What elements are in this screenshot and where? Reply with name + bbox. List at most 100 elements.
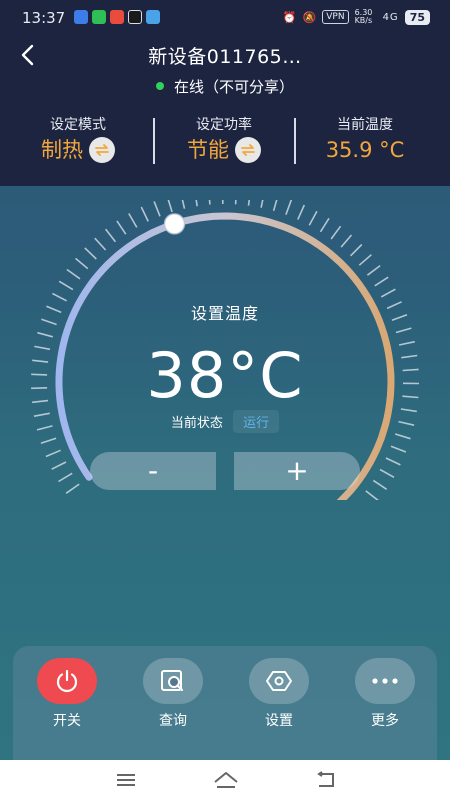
dial-tick (340, 234, 353, 248)
power-icon (56, 669, 78, 693)
dial-tick (181, 200, 186, 209)
power-button[interactable]: 开关 (36, 658, 98, 730)
menu-button[interactable] (112, 768, 140, 792)
query-button[interactable]: 查询 (142, 658, 204, 730)
stat-label: 设定模式 (50, 117, 106, 133)
dial-tick (308, 210, 318, 226)
chevron-left-icon (21, 44, 34, 66)
stat-value: 节能 (187, 138, 229, 162)
dial-tick (350, 243, 363, 257)
back-icon (317, 771, 334, 787)
dial-tick (390, 445, 407, 453)
status-right: ⏰ 🔕 VPN 6.30 KB/s 4G 75 (283, 9, 430, 25)
dial-tick (208, 200, 211, 205)
action-label: 设置 (265, 713, 293, 729)
dial-tick (379, 468, 395, 478)
dial-tick (285, 200, 293, 215)
system-nav-bar (0, 760, 450, 800)
app-screen: 13:37 ⏰ 🔕 VPN 6.30 KB/s 4G 75 新设备011765…… (0, 0, 450, 760)
state-row: 当前状态 运行 (0, 410, 450, 433)
state-label: 当前状态 (170, 416, 223, 431)
stat-label: 设定功率 (196, 117, 252, 133)
home-icon (214, 772, 238, 788)
dial-tick (40, 437, 57, 445)
net-speed: 6.30 KB/s (354, 8, 373, 25)
dial-tick (65, 483, 80, 494)
stat-label: 当前温度 (337, 117, 393, 133)
dial-tick (84, 247, 97, 260)
mute-icon: 🔕 (302, 10, 317, 24)
app-notification-icon (74, 10, 88, 24)
dial-tick (385, 457, 401, 466)
dial-tick (104, 228, 117, 243)
stat-value: 制热 (41, 138, 83, 162)
stats-row: 设定模式 制热 设定功率 节能 当前温度 35.9 °C (0, 116, 450, 166)
device-title: 新设备011765… (148, 46, 302, 68)
online-status-text: 在线（不可分享） (173, 78, 294, 96)
dial-tick (66, 268, 81, 280)
dial-tick (51, 461, 67, 470)
dial-tick (365, 490, 379, 500)
dial-tick (260, 200, 264, 208)
action-label: 更多 (371, 713, 399, 729)
dial-tick (395, 327, 412, 334)
dial-tick (380, 288, 396, 298)
dial-tick (195, 200, 198, 207)
swap-icon[interactable] (235, 137, 261, 163)
settings-button[interactable]: 设置 (248, 658, 310, 730)
online-status: 在线（不可分享） (0, 76, 450, 97)
stat-mode[interactable]: 设定模式 制热 (3, 116, 153, 164)
app-notification-icon (110, 10, 124, 24)
back-nav-button[interactable] (312, 768, 340, 792)
action-label: 查询 (159, 713, 187, 729)
dial-tick (116, 220, 127, 235)
more-circle (355, 658, 415, 704)
set-temperature-label: 设置温度 (190, 304, 259, 323)
status-time: 13:37 (22, 9, 66, 27)
dial-tick (394, 433, 411, 440)
status-bar: 13:37 ⏰ 🔕 VPN 6.30 KB/s 4G 75 (0, 0, 450, 34)
dial-tick (94, 237, 107, 251)
dial-tick (234, 200, 237, 205)
dial-tick (74, 257, 89, 270)
back-button[interactable] (14, 40, 40, 70)
home-button[interactable] (212, 768, 240, 792)
dial-knob[interactable] (163, 213, 186, 235)
power-circle (37, 658, 97, 704)
dial-tick (297, 204, 306, 220)
notification-icons (74, 10, 160, 24)
wechat-icon (92, 10, 106, 24)
menu-icon (117, 774, 135, 786)
dial-tick (374, 276, 389, 287)
action-panel: 开关 查询 设置 更多 (13, 646, 437, 760)
dial-tick (247, 200, 251, 206)
dial-tick (140, 206, 149, 222)
query-icon (161, 670, 184, 692)
app-notification-icon (146, 10, 160, 24)
settings-circle (249, 658, 309, 704)
increase-button[interactable]: + (234, 452, 360, 490)
dial-tick (358, 254, 372, 266)
dial-tick (153, 201, 161, 217)
vpn-badge: VPN (322, 10, 349, 24)
temperature-stepper: - + (90, 452, 360, 490)
dial-tick (330, 225, 342, 240)
query-circle (143, 658, 203, 704)
dial-tick (45, 449, 61, 458)
decrease-button[interactable]: - (90, 452, 216, 490)
tiktok-icon (128, 10, 142, 24)
dial-tick (272, 200, 278, 212)
swap-icon[interactable] (89, 137, 115, 163)
signal-indicator: 4G (382, 11, 399, 23)
state-badge: 运行 (233, 410, 280, 433)
settings-icon (266, 671, 292, 691)
more-icon (372, 678, 398, 684)
dial-tick (372, 479, 388, 490)
stat-value: 35.9 °C (325, 138, 405, 162)
stat-power[interactable]: 设定功率 节能 (149, 116, 299, 164)
header-panel: 13:37 ⏰ 🔕 VPN 6.30 KB/s 4G 75 新设备011765…… (0, 0, 450, 186)
dial-tick (366, 264, 381, 276)
action-label: 开关 (53, 713, 81, 729)
online-dot-icon (155, 81, 164, 90)
more-button[interactable]: 更多 (354, 658, 416, 730)
